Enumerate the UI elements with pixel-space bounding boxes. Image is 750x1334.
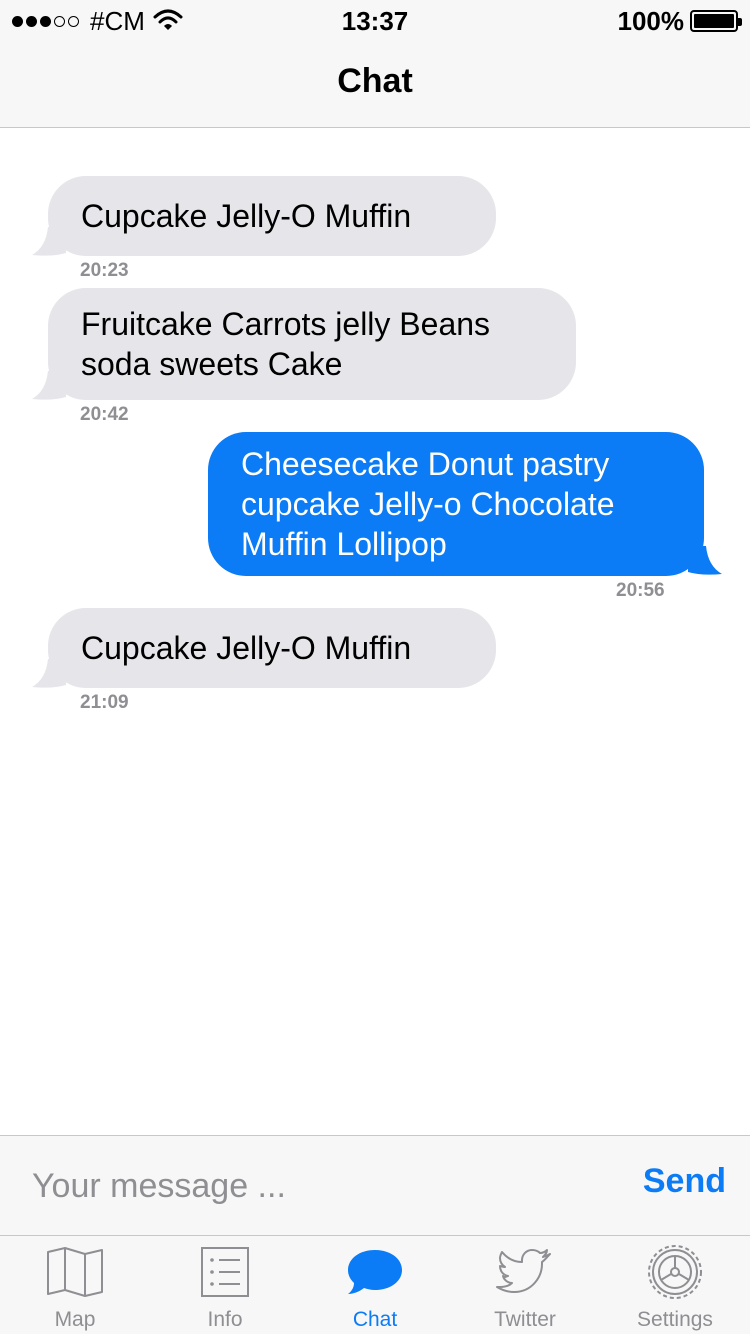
message-timestamp: 20:42 [80,404,129,425]
tab-settings[interactable]: Settings [600,1236,750,1334]
message-bubble[interactable]: Cheesecake Donut pastry cupcake Jelly-o … [208,432,704,576]
message-bubble[interactable]: Fruitcake Carrots jelly Beans soda sweet… [48,288,576,400]
battery-icon [690,10,742,32]
battery-percentage: 100% [617,5,685,36]
message-input[interactable] [32,1160,592,1212]
tab-map[interactable]: Map [0,1236,150,1334]
chat-thread[interactable]: Cupcake Jelly-O Muffin 20:23 Fruitcake C… [0,129,750,1135]
message-bubble[interactable]: Cupcake Jelly-O Muffin [48,176,496,256]
message-bubble[interactable]: Cupcake Jelly-O Muffin [48,608,496,688]
tab-label: Map [54,1308,96,1331]
status-bar: #CM 13:37 100% [0,0,750,40]
navigation-bar: Chat [0,40,750,128]
tab-label: Settings [637,1308,713,1331]
page-title: Chat [337,62,413,100]
tab-chat[interactable]: Chat [300,1236,450,1334]
twitter-bird-icon [496,1249,551,1293]
tab-twitter[interactable]: Twitter [450,1236,600,1334]
chat-bubble-icon [348,1250,402,1294]
tab-label: Info [207,1308,243,1331]
tab-info[interactable]: Info [150,1236,300,1334]
list-icon [201,1247,249,1297]
send-button[interactable]: Send [643,1162,726,1201]
tab-label: Chat [352,1308,398,1331]
gear-icon [648,1245,702,1299]
map-icon [47,1247,103,1297]
message-timestamp: 21:09 [80,692,129,713]
battery-status: 100% [617,5,742,36]
tab-bar: Map Info Chat Twitter Settings [0,1235,750,1334]
tab-label: Twitter [494,1308,556,1331]
message-composer: Send [0,1135,750,1235]
message-timestamp: 20:56 [616,580,665,601]
message-timestamp: 20:23 [80,260,129,281]
